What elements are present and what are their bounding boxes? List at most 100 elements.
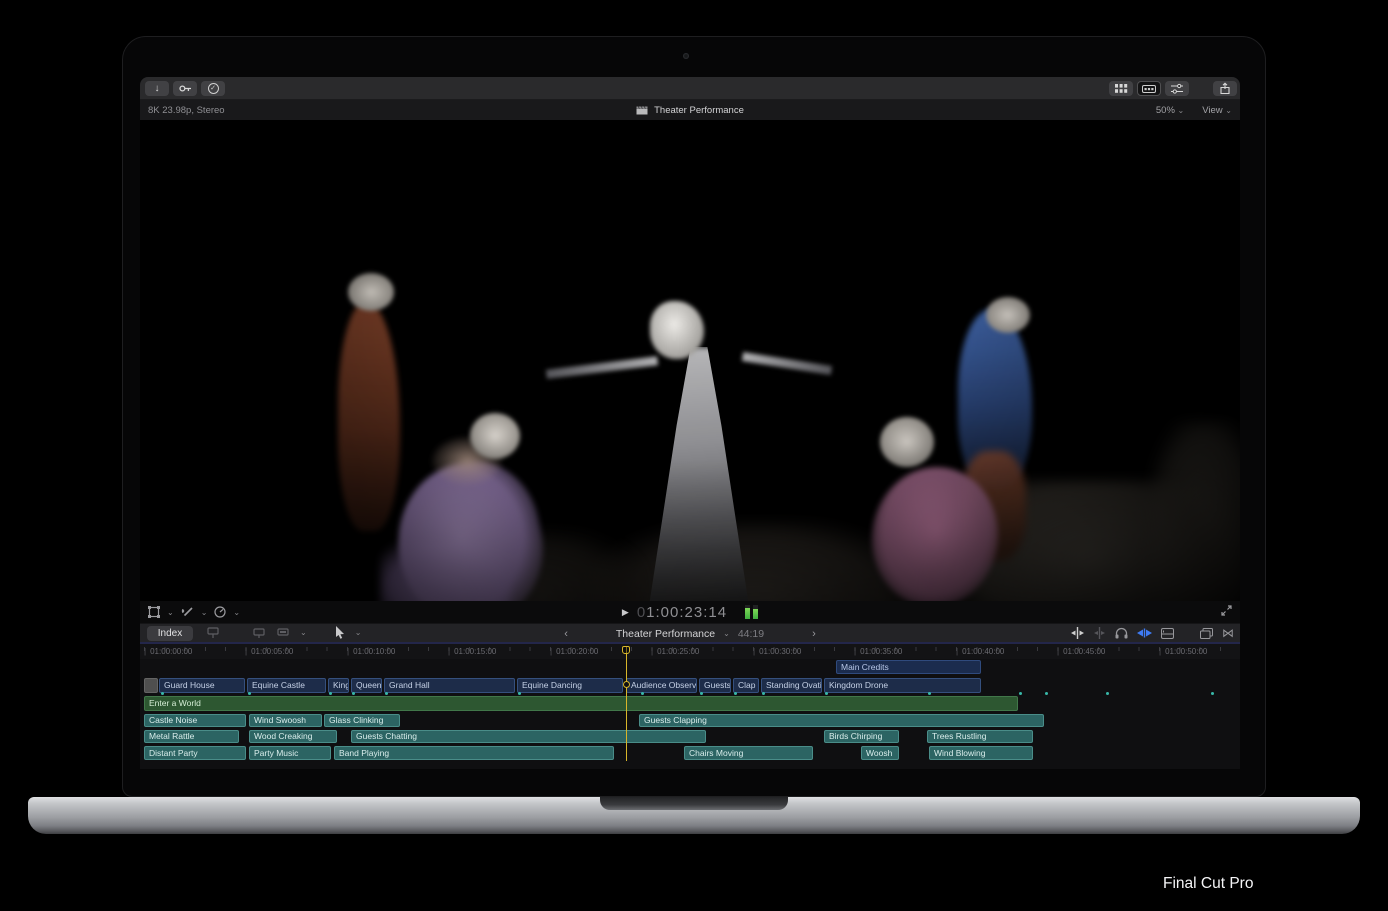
connection-dot bbox=[1211, 692, 1214, 695]
transitions-browser-icon[interactable]: ⋈ bbox=[1222, 626, 1234, 640]
snapping-icon[interactable] bbox=[1137, 628, 1152, 638]
connection-dot bbox=[518, 692, 521, 695]
timeline-clip-distant-party[interactable]: Distant Party bbox=[144, 746, 246, 760]
ruler-tick: |01:00:30:00 bbox=[753, 647, 801, 656]
timecode-display: 01:00:23:14 bbox=[637, 604, 727, 621]
connection-dot bbox=[762, 692, 765, 695]
timeline-clip-clap[interactable]: Clap bbox=[733, 678, 759, 693]
ruler-tick: |01:00:40:00 bbox=[956, 647, 1004, 656]
timeline-tracks[interactable]: Main CreditsGuard HouseEquine CastleKing… bbox=[140, 659, 1240, 769]
filmstrip-view-button[interactable] bbox=[1137, 81, 1161, 96]
timeline-clip-queen[interactable]: Queen bbox=[351, 678, 382, 693]
top-toolbar: ↓ ✓ bbox=[140, 77, 1240, 100]
timeline-clip-main-credits[interactable]: Main Credits bbox=[836, 660, 981, 674]
camera-icon bbox=[683, 53, 689, 59]
laptop-screen: ↓ ✓ bbox=[122, 36, 1266, 797]
clip-settings-button[interactable] bbox=[1165, 81, 1189, 96]
ruler-tick: |01:00:05:00 bbox=[245, 647, 293, 656]
timeline-clip-castle-noise[interactable]: Castle Noise bbox=[144, 714, 246, 727]
timeline-clip-wind-swoosh[interactable]: Wind Swoosh bbox=[249, 714, 322, 727]
keyword-button[interactable] bbox=[173, 81, 197, 96]
filmstrip-view-icon bbox=[1142, 85, 1156, 93]
timeline-clip-guard-house[interactable]: Guard House bbox=[159, 678, 245, 693]
connection-dot bbox=[825, 692, 828, 695]
audio-skimming-icon[interactable] bbox=[1093, 627, 1106, 639]
timeline-clip-guests[interactable]: Guests bbox=[699, 678, 731, 693]
connection-dot bbox=[641, 692, 644, 695]
timeline-clip-standing-ovation[interactable]: Standing Ovation bbox=[761, 678, 822, 693]
timeline-clip-guests-clapping[interactable]: Guests Clapping bbox=[639, 714, 1044, 727]
timeline-clip-wind-blowing[interactable]: Wind Blowing bbox=[929, 746, 1033, 760]
skimming-icon[interactable] bbox=[1071, 627, 1084, 639]
share-icon bbox=[1220, 83, 1230, 94]
audio-meters[interactable] bbox=[745, 605, 758, 619]
timeline-clip-kingdom-drone[interactable]: Kingdom Drone bbox=[824, 678, 981, 693]
zoom-select[interactable]: 50% ⌄ bbox=[1156, 105, 1184, 116]
expand-icon bbox=[1221, 605, 1232, 616]
viewer bbox=[140, 121, 1240, 601]
check-circle-icon: ✓ bbox=[208, 83, 219, 94]
lid-notch bbox=[600, 797, 788, 810]
connection-dot bbox=[1106, 692, 1109, 695]
timeline-clip-equine-castle[interactable]: Equine Castle bbox=[247, 678, 326, 693]
playhead[interactable] bbox=[626, 646, 627, 761]
timeline-clip-glass-clinking[interactable]: Glass Clinking bbox=[324, 714, 400, 727]
vignette-overlay bbox=[140, 121, 1240, 601]
solo-headphones-icon[interactable] bbox=[1115, 627, 1128, 639]
expand-viewer-button[interactable] bbox=[1221, 603, 1232, 621]
grid-view-icon bbox=[1115, 84, 1128, 93]
import-button[interactable]: ↓ bbox=[145, 81, 169, 96]
timeline-clip-band-playing[interactable]: Band Playing bbox=[334, 746, 614, 760]
viewer-image bbox=[140, 121, 1240, 601]
timeline-clip-enter-a-world[interactable]: Enter a World bbox=[144, 696, 1018, 711]
timeline-toolbar: Index ⌄ ⌄ bbox=[140, 623, 1240, 642]
connection-dot bbox=[1045, 692, 1048, 695]
view-menu[interactable]: View ⌄ bbox=[1202, 105, 1232, 116]
ruler-tick: |01:00:35:00 bbox=[854, 647, 902, 656]
audio-meter-left bbox=[745, 605, 750, 619]
connection-dot bbox=[248, 692, 251, 695]
final-cut-pro-label: Final Cut Pro bbox=[1163, 875, 1253, 893]
timeline-forward-button[interactable]: › bbox=[812, 628, 816, 640]
connection-dot bbox=[1019, 692, 1022, 695]
ruler-tick: |01:00:25:00 bbox=[651, 647, 699, 656]
ruler-tick: |01:00:50:00 bbox=[1159, 647, 1207, 656]
timeline-clip-chairs-moving[interactable]: Chairs Moving bbox=[684, 746, 813, 760]
effects-browser-icon[interactable] bbox=[1200, 628, 1213, 639]
timeline-clip-party-music[interactable]: Party Music bbox=[249, 746, 331, 760]
timeline-ruler[interactable]: |01:00:00:00 |01:00:05:00 |01:00:10:00 |01:… bbox=[140, 642, 1240, 659]
chevron-down-icon: ⌄ bbox=[1178, 106, 1185, 115]
favorite-button[interactable]: ✓ bbox=[201, 81, 225, 96]
fcp-window: ↓ ✓ bbox=[140, 77, 1240, 769]
share-button[interactable] bbox=[1213, 81, 1237, 96]
ruler-tick: |01:00:00:00 bbox=[144, 647, 192, 656]
timeline-clip-birds-chirping[interactable]: Birds Chirping bbox=[824, 730, 899, 743]
key-icon bbox=[179, 84, 192, 93]
clip-appearance-icon[interactable] bbox=[1161, 628, 1174, 639]
audio-meter-right bbox=[753, 605, 758, 619]
timeline-clip-guests-chatting[interactable]: Guests Chatting bbox=[351, 730, 706, 743]
connection-dot bbox=[161, 692, 164, 695]
grid-view-button[interactable] bbox=[1109, 81, 1133, 96]
info-bar: 8K 23.98p, Stereo Theater Performance 50… bbox=[140, 100, 1240, 121]
timeline-clip-stub[interactable] bbox=[144, 678, 158, 693]
timeline-project-name[interactable]: Theater Performance bbox=[616, 628, 715, 640]
timeline-clip-metal-rattle[interactable]: Metal Rattle bbox=[144, 730, 239, 743]
connection-dot bbox=[734, 692, 737, 695]
clapperboard-icon bbox=[636, 106, 648, 115]
timeline-clip-king[interactable]: King bbox=[328, 678, 349, 693]
timeline-back-button[interactable]: ‹ bbox=[564, 628, 568, 640]
chevron-down-icon: ⌄ bbox=[723, 629, 730, 638]
ruler-tick: |01:00:10:00 bbox=[347, 647, 395, 656]
playhead-handle[interactable] bbox=[622, 646, 630, 654]
play-button[interactable]: ▶ bbox=[622, 607, 629, 618]
timeline-clip-woosh[interactable]: Woosh bbox=[861, 746, 899, 760]
project-title: Theater Performance bbox=[654, 105, 744, 116]
timeline-clip-trees-rustling[interactable]: Trees Rustling bbox=[927, 730, 1033, 743]
timeline-clip-wood-creaking[interactable]: Wood Creaking bbox=[249, 730, 337, 743]
timeline-clip-grand-hall[interactable]: Grand Hall bbox=[384, 678, 515, 693]
ruler-tick: |01:00:45:00 bbox=[1057, 647, 1105, 656]
timeline-clip-equine-dancing[interactable]: Equine Dancing bbox=[517, 678, 623, 693]
download-icon: ↓ bbox=[155, 84, 160, 94]
timeline-clip-audience-observe[interactable]: Audience Observe bbox=[626, 678, 697, 693]
